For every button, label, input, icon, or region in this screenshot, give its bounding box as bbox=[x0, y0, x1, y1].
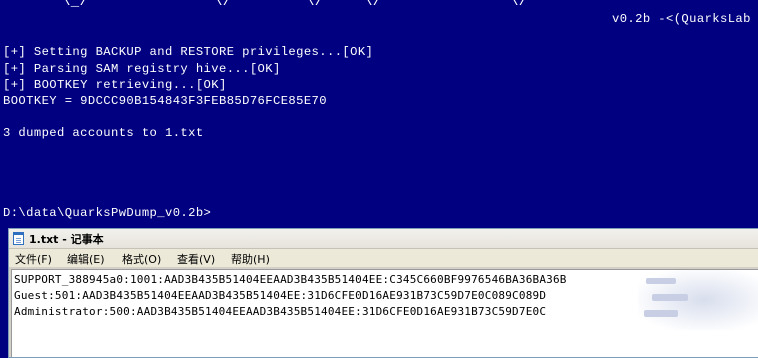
redaction-smudge bbox=[644, 310, 678, 317]
redaction-blur bbox=[638, 270, 758, 330]
notepad-titlebar[interactable]: 1.txt - 记事本 bbox=[9, 229, 758, 249]
command-prompt[interactable]: D:\data\QuarksPwDump_v0.2b> bbox=[3, 205, 211, 221]
text-line: Guest:501:AAD3B435B51404EEAAD3B435B51404… bbox=[14, 289, 547, 302]
ascii-art-3: \/ bbox=[306, 0, 324, 10]
notepad-icon bbox=[13, 232, 24, 245]
redaction-smudge bbox=[646, 278, 676, 284]
menu-file[interactable]: 文件(F) bbox=[15, 251, 52, 267]
window-title: 1.txt - 记事本 bbox=[29, 233, 104, 246]
console-line: 3 dumped accounts to 1.txt bbox=[3, 126, 204, 140]
console-line: [+] BOOTKEY retrieving...[OK] bbox=[3, 78, 227, 92]
redaction-smudge bbox=[652, 294, 688, 301]
ascii-art-1: \_/ bbox=[62, 0, 89, 10]
menu-view[interactable]: 查看(V) bbox=[177, 251, 215, 267]
console-window[interactable]: \_/ \/ \/ \/ \/ v0.2b -<(QuarksLab [+] S… bbox=[0, 0, 758, 228]
console-line: [+] Parsing SAM registry hive...[OK] bbox=[3, 62, 281, 76]
ascii-art-2: \/ bbox=[214, 0, 232, 10]
text-line: SUPPORT_388945a0:1001:AAD3B435B51404EEAA… bbox=[14, 273, 567, 286]
version-banner: v0.2b -<(QuarksLab bbox=[612, 12, 751, 26]
ascii-art-4: \/ bbox=[364, 0, 382, 10]
menu-format[interactable]: 格式(O) bbox=[122, 251, 161, 267]
console-line: BOOTKEY = 9DCCC90B154843F3FEB85D76FCE85E… bbox=[3, 94, 327, 108]
text-line: Administrator:500:AAD3B435B51404EEAAD3B4… bbox=[14, 305, 547, 318]
menu-help[interactable]: 帮助(H) bbox=[231, 251, 270, 267]
ascii-art-5: \/ bbox=[510, 0, 528, 10]
menu-edit[interactable]: 编辑(E) bbox=[67, 251, 105, 267]
console-line: [+] Setting BACKUP and RESTORE privilege… bbox=[3, 45, 374, 59]
menu-bar: 文件(F) 编辑(E) 格式(O) 查看(V) 帮助(H) bbox=[9, 249, 758, 267]
